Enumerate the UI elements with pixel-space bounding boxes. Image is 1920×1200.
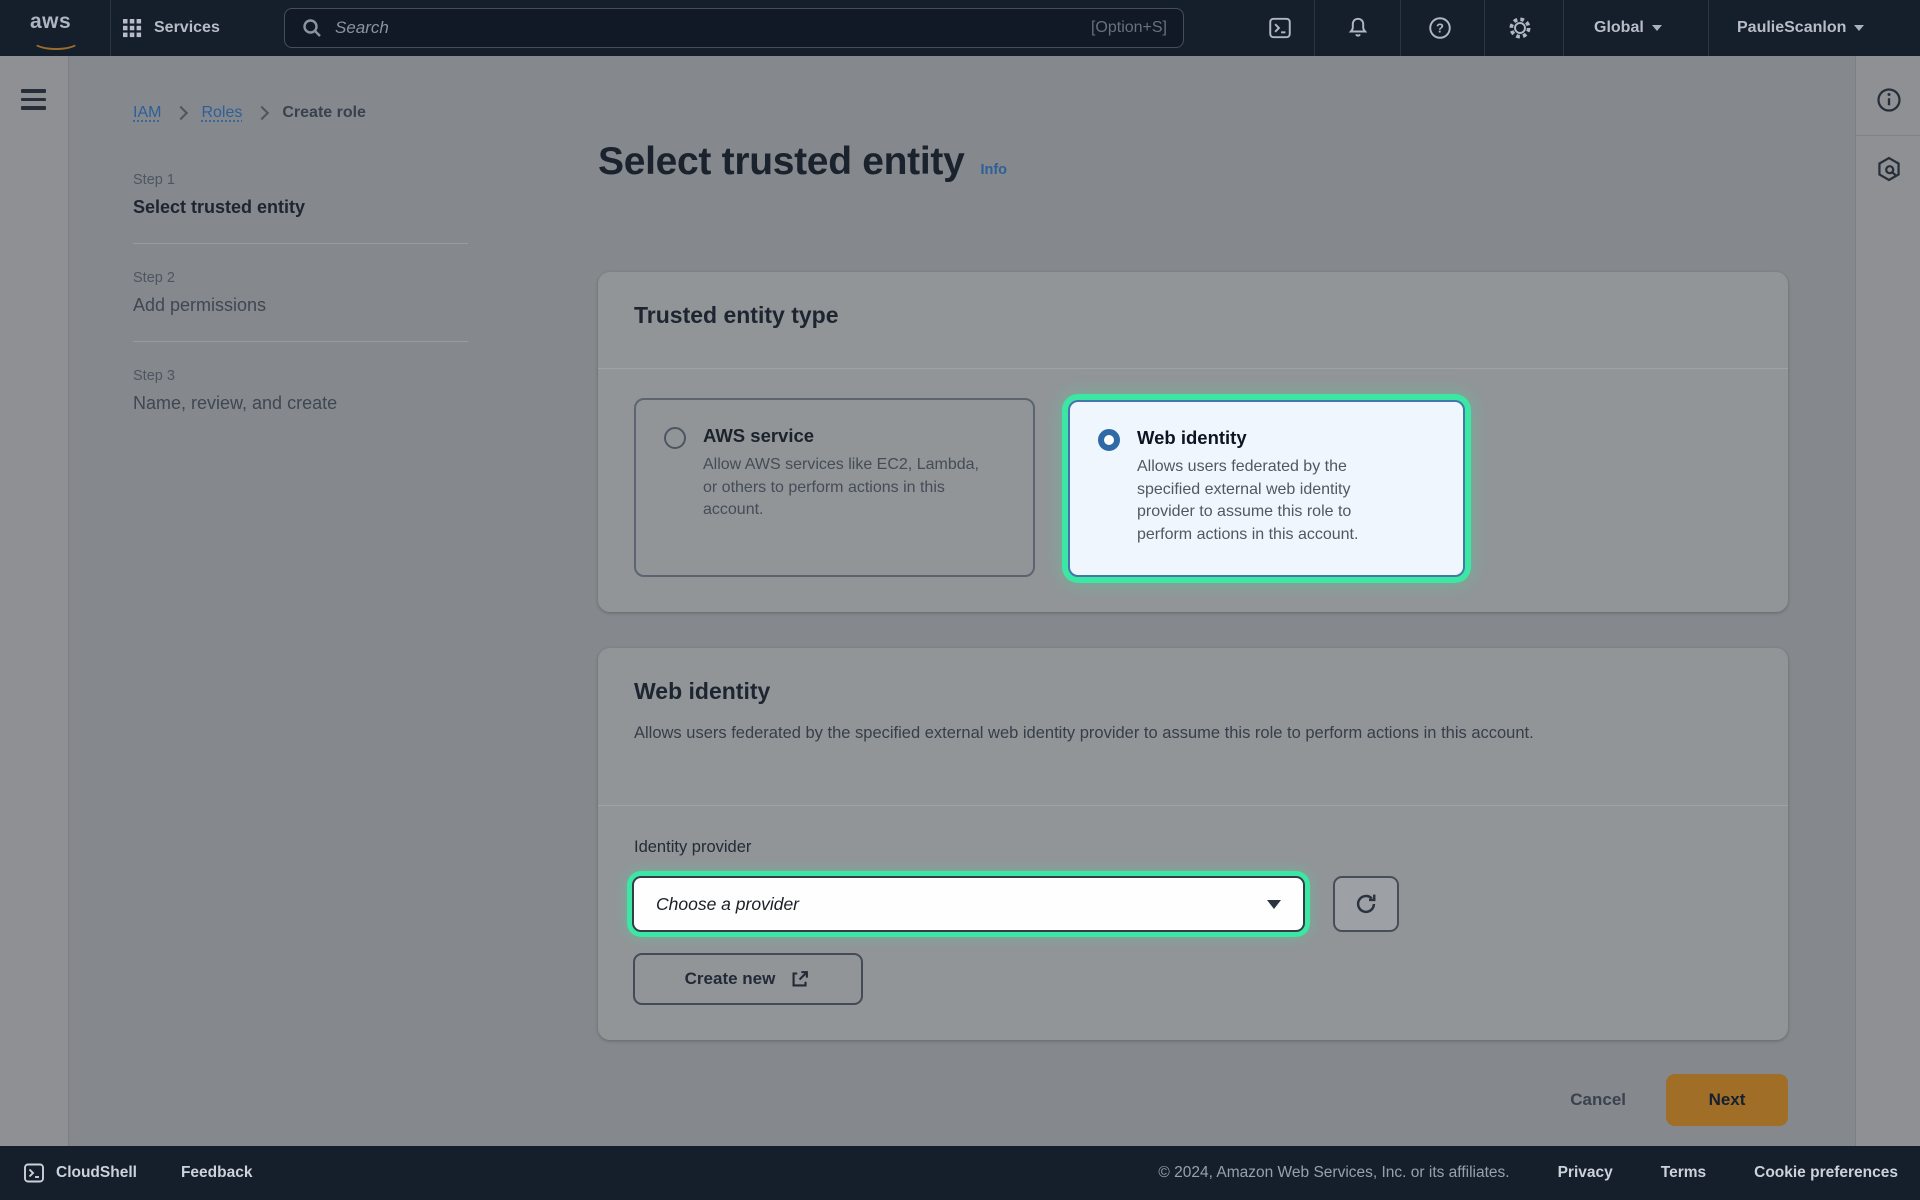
card-description: Allows users federated by the specified … [634,720,1694,746]
next-button[interactable]: Next [1666,1074,1788,1126]
step-item-2[interactable]: Step 2 Add permissions [133,270,468,316]
identity-provider-select[interactable]: Choose a provider [632,876,1305,932]
divider [1708,0,1709,56]
wizard-steps-nav: Step 1 Select trusted entity Step 2 Add … [133,172,468,414]
copyright-text: © 2024, Amazon Web Services, Inc. or its… [1158,1164,1509,1182]
cloudshell-terminal-icon [22,1161,46,1185]
page-title: Select trusted entity [598,140,964,184]
card-title: Web identity [634,678,770,705]
option-title: AWS service [703,425,979,447]
option-description: Allows users federated by the specified … [1137,456,1389,547]
divider [1314,0,1315,56]
divider [598,805,1788,806]
divider [1856,135,1920,136]
top-navigation-bar: aws Services Search [0,0,1920,56]
right-tools-rail [1855,56,1920,1146]
region-selector[interactable]: Global [1594,0,1662,56]
search-icon [301,17,323,39]
option-tile-web-identity[interactable]: Web identity Allows users federated by t… [1068,400,1465,577]
create-new-label: Create new [685,969,776,989]
left-nav-rail [0,56,69,1146]
chevron-right-icon [174,105,188,119]
divider [1563,0,1564,56]
feedback-link[interactable]: Feedback [181,1164,253,1182]
step-number: Step 2 [133,270,468,286]
breadcrumb-link-roles[interactable]: Roles [201,104,242,122]
region-label: Global [1594,19,1644,37]
divider [133,243,468,244]
services-grid-icon [122,18,142,38]
search-input[interactable]: Search [Option+S] [284,8,1184,48]
chevron-down-icon [1652,25,1662,31]
select-placeholder: Choose a provider [656,894,1267,915]
divider [598,368,1788,369]
aws-logo[interactable]: aws [30,12,82,46]
aws-console-page: aws Services Search [0,0,1920,1200]
chevron-right-icon [255,105,269,119]
hexagon-icon [1875,155,1903,183]
services-menu-button[interactable]: Services [122,0,220,56]
help-button[interactable]: ? [1418,0,1462,56]
wizard-action-row: Cancel Next [598,1074,1788,1126]
info-panel-button[interactable] [1875,86,1903,114]
cloudshell-terminal-icon [1267,15,1293,41]
footer-cloudshell-button[interactable]: CloudShell [22,1161,137,1185]
create-new-button[interactable]: Create new [633,953,863,1005]
help-icon: ? [1427,15,1453,41]
terms-link[interactable]: Terms [1661,1164,1706,1182]
radio-unselected[interactable] [664,427,686,449]
notifications-button[interactable] [1336,0,1380,56]
breadcrumb: IAM Roles Create role [133,104,366,122]
svg-text:?: ? [1436,21,1444,36]
cookie-preferences-link[interactable]: Cookie preferences [1754,1164,1898,1182]
refresh-providers-button[interactable] [1333,876,1399,932]
breadcrumb-current: Create role [282,104,366,122]
step-title: Add permissions [133,295,468,316]
divider [133,341,468,342]
trusted-entity-type-card: Trusted entity type AWS service Allow AW… [598,272,1788,612]
page-header: Select trusted entity Info [598,140,1007,184]
privacy-link[interactable]: Privacy [1558,1164,1613,1182]
gear-icon [1507,15,1533,41]
option-description: Allow AWS services like EC2, Lambda, or … [703,454,979,522]
resources-panel-button[interactable] [1875,155,1903,183]
card-title: Trusted entity type [634,302,838,329]
footer-bar: CloudShell Feedback © 2024, Amazon Web S… [0,1146,1920,1200]
step-title: Select trusted entity [133,197,468,218]
step-item-1[interactable]: Step 1 Select trusted entity [133,172,468,218]
identity-provider-label: Identity provider [634,838,751,857]
refresh-icon [1353,891,1379,917]
aws-logo-text: aws [30,12,82,32]
radio-selected[interactable] [1098,429,1120,451]
search-shortcut-hint: [Option+S] [1091,19,1167,37]
account-label: PaulieScanlon [1737,19,1846,37]
aws-smile-icon [32,32,80,50]
chevron-down-icon [1854,25,1864,31]
hamburger-menu-icon[interactable] [21,89,46,110]
step-number: Step 1 [133,172,468,188]
bell-icon [1345,15,1371,41]
cancel-button[interactable]: Cancel [1570,1090,1626,1110]
divider [1400,0,1401,56]
chevron-down-icon [1267,900,1281,909]
services-label: Services [154,19,220,37]
cloudshell-label: CloudShell [56,1164,137,1182]
step-number: Step 3 [133,368,468,384]
account-menu[interactable]: PaulieScanlon [1737,0,1864,56]
search-placeholder: Search [335,18,1079,38]
option-title: Web identity [1137,427,1389,449]
divider [110,0,111,56]
breadcrumb-link-iam[interactable]: IAM [133,104,161,122]
step-title: Name, review, and create [133,393,468,414]
external-link-icon [789,968,811,990]
step-item-3[interactable]: Step 3 Name, review, and create [133,368,468,414]
info-icon [1875,86,1903,114]
divider [1484,0,1485,56]
web-identity-card: Web identity Allows users federated by t… [598,648,1788,1040]
option-tile-aws-service[interactable]: AWS service Allow AWS services like EC2,… [634,398,1035,577]
info-link[interactable]: Info [980,162,1007,178]
cloudshell-button[interactable] [1258,0,1302,56]
settings-button[interactable] [1498,0,1542,56]
